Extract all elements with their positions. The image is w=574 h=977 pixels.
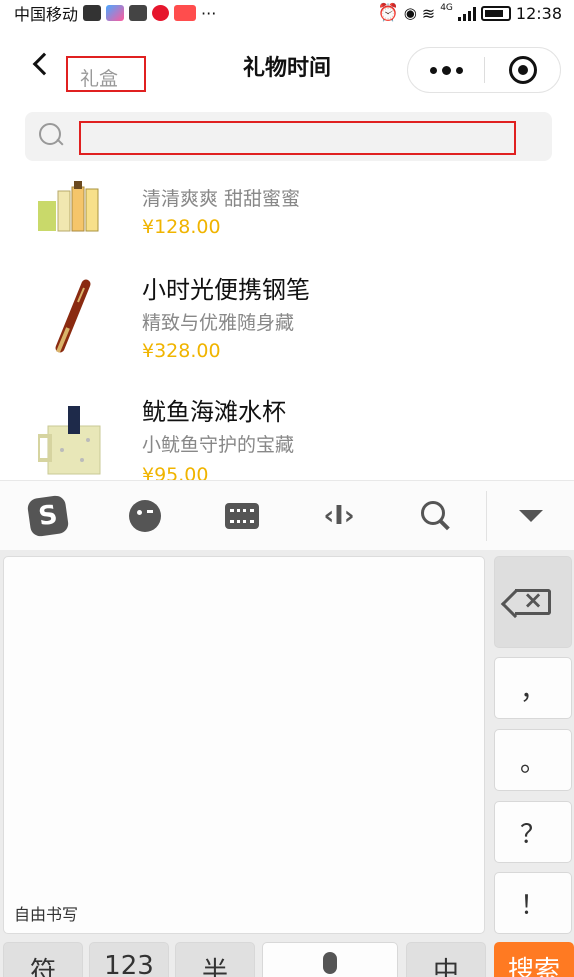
dot-icon xyxy=(441,65,451,75)
exclamation-key[interactable]: ！ xyxy=(494,872,572,934)
wifi-icon: ≋ xyxy=(421,3,436,23)
sogou-logo-icon[interactable]: S xyxy=(26,494,70,538)
product-desc: 精致与优雅随身藏 xyxy=(142,312,295,334)
close-button[interactable] xyxy=(485,56,560,84)
status-left: 中国移动 ··· xyxy=(14,1,216,25)
search-icon xyxy=(39,123,63,147)
keyboard-toolbar: S ‹I› xyxy=(0,480,574,550)
handwriting-pad[interactable]: 自由书写 xyxy=(3,556,485,934)
clock: 12:38 xyxy=(515,3,562,23)
more-button[interactable] xyxy=(408,48,484,92)
keyboard: 自由书写 ， 。 ？ ！ 符 123 半 中 搜索 xyxy=(0,550,574,977)
product-price: ¥328.00 xyxy=(142,340,221,362)
product-desc: 小鱿鱼守护的宝藏 xyxy=(142,434,295,456)
backspace-icon xyxy=(515,586,551,615)
product-name: 小时光便携钢笔 xyxy=(142,276,310,304)
product-name: 鱿鱼海滩水杯 xyxy=(142,398,286,426)
space-key[interactable] xyxy=(262,942,398,977)
product-item[interactable]: 小时光便携钢笔 精致与优雅随身藏 ¥328.00 xyxy=(0,266,574,386)
product-price: ¥128.00 xyxy=(142,216,221,238)
microphone-icon xyxy=(323,952,337,974)
network-label: 4G xyxy=(440,3,453,13)
search-icon[interactable] xyxy=(414,496,458,536)
search-submit-key[interactable]: 搜索 xyxy=(494,942,574,977)
question-key[interactable]: ？ xyxy=(494,801,572,863)
mini-program-capsule xyxy=(407,47,561,93)
target-icon xyxy=(508,56,537,84)
toolbar-divider xyxy=(486,491,487,541)
signal-icon xyxy=(457,6,476,21)
product-image xyxy=(55,279,91,353)
chinese-key[interactable]: 中 xyxy=(406,942,486,977)
collapse-icon[interactable] xyxy=(509,496,553,536)
weibo-icon xyxy=(152,5,170,21)
alarm-icon: ⏰ xyxy=(377,3,399,23)
comma-key[interactable]: ， xyxy=(494,657,572,719)
product-list: 清清爽爽 甜甜蜜蜜 ¥128.00 小时光便携钢笔 精致与优雅随身藏 ¥328.… xyxy=(0,166,574,480)
handwriting-label: 自由书写 xyxy=(14,905,79,924)
number-key[interactable]: 123 xyxy=(89,942,169,977)
more-notifications: ··· xyxy=(201,3,217,23)
search-input[interactable] xyxy=(79,121,516,155)
status-bar: 中国移动 ··· ⏰ ◉ ≋ 4G 12:38 xyxy=(0,0,574,26)
status-right: ⏰ ◉ ≋ 4G 12:38 xyxy=(378,3,562,23)
nav-bar: 礼盒 礼物时间 xyxy=(0,30,574,102)
product-image xyxy=(38,181,99,232)
product-item[interactable]: 清清爽爽 甜甜蜜蜜 ¥128.00 xyxy=(0,166,574,246)
keyboard-icon xyxy=(83,5,102,21)
delete-key[interactable] xyxy=(494,556,572,648)
app-icon xyxy=(106,5,125,21)
eye-icon: ◉ xyxy=(403,4,417,22)
symbol-key[interactable]: 符 xyxy=(3,942,83,977)
period-key[interactable]: 。 xyxy=(494,729,572,791)
emoji-icon[interactable] xyxy=(123,496,167,536)
search-bar xyxy=(25,112,552,161)
half-width-key[interactable]: 半 xyxy=(175,942,255,977)
carrier-label: 中国移动 xyxy=(14,5,79,24)
cursor-icon[interactable]: ‹I› xyxy=(317,496,361,536)
dot-icon xyxy=(429,66,437,74)
toutiao-icon xyxy=(174,5,197,21)
product-image xyxy=(38,406,101,475)
product-item[interactable]: 鱿鱼海滩水杯 小鱿鱼守护的宝藏 ¥95.00 xyxy=(0,392,574,480)
app-icon xyxy=(129,5,148,21)
product-desc: 清清爽爽 甜甜蜜蜜 xyxy=(142,188,301,210)
product-price: ¥95.00 xyxy=(142,464,209,480)
battery-icon xyxy=(480,5,511,21)
keyboard-icon[interactable] xyxy=(220,496,264,536)
dot-icon xyxy=(455,66,463,74)
